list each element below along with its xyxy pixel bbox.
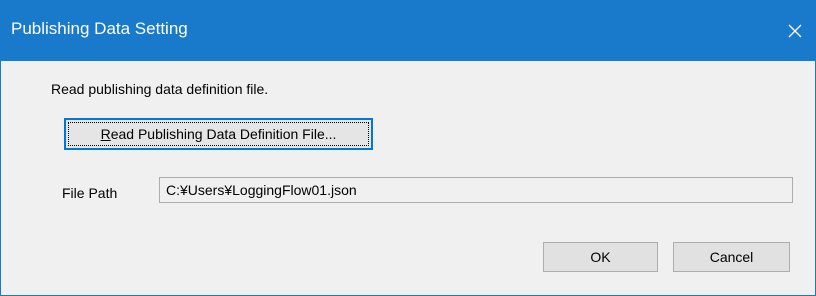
publishing-data-setting-dialog: Publishing Data Setting Read publishing … bbox=[0, 0, 816, 296]
window-title: Publishing Data Setting bbox=[11, 19, 188, 38]
mnemonic-letter: R bbox=[100, 126, 111, 142]
instruction-text: Read publishing data definition file. bbox=[51, 81, 269, 97]
file-path-label: File Path bbox=[62, 185, 118, 201]
cancel-button[interactable]: Cancel bbox=[673, 242, 790, 272]
read-button-label-text: ead Publishing Data Definition File... bbox=[110, 126, 337, 142]
close-icon bbox=[788, 24, 802, 38]
read-definition-file-label: Read Publishing Data Definition File... bbox=[101, 126, 337, 142]
file-path-field[interactable]: C:¥Users¥LoggingFlow01.json bbox=[159, 177, 793, 203]
title-bar: Publishing Data Setting bbox=[1, 1, 815, 61]
close-button[interactable] bbox=[775, 1, 815, 61]
read-definition-file-button[interactable]: Read Publishing Data Definition File... bbox=[64, 118, 373, 150]
ok-button[interactable]: OK bbox=[543, 242, 658, 272]
